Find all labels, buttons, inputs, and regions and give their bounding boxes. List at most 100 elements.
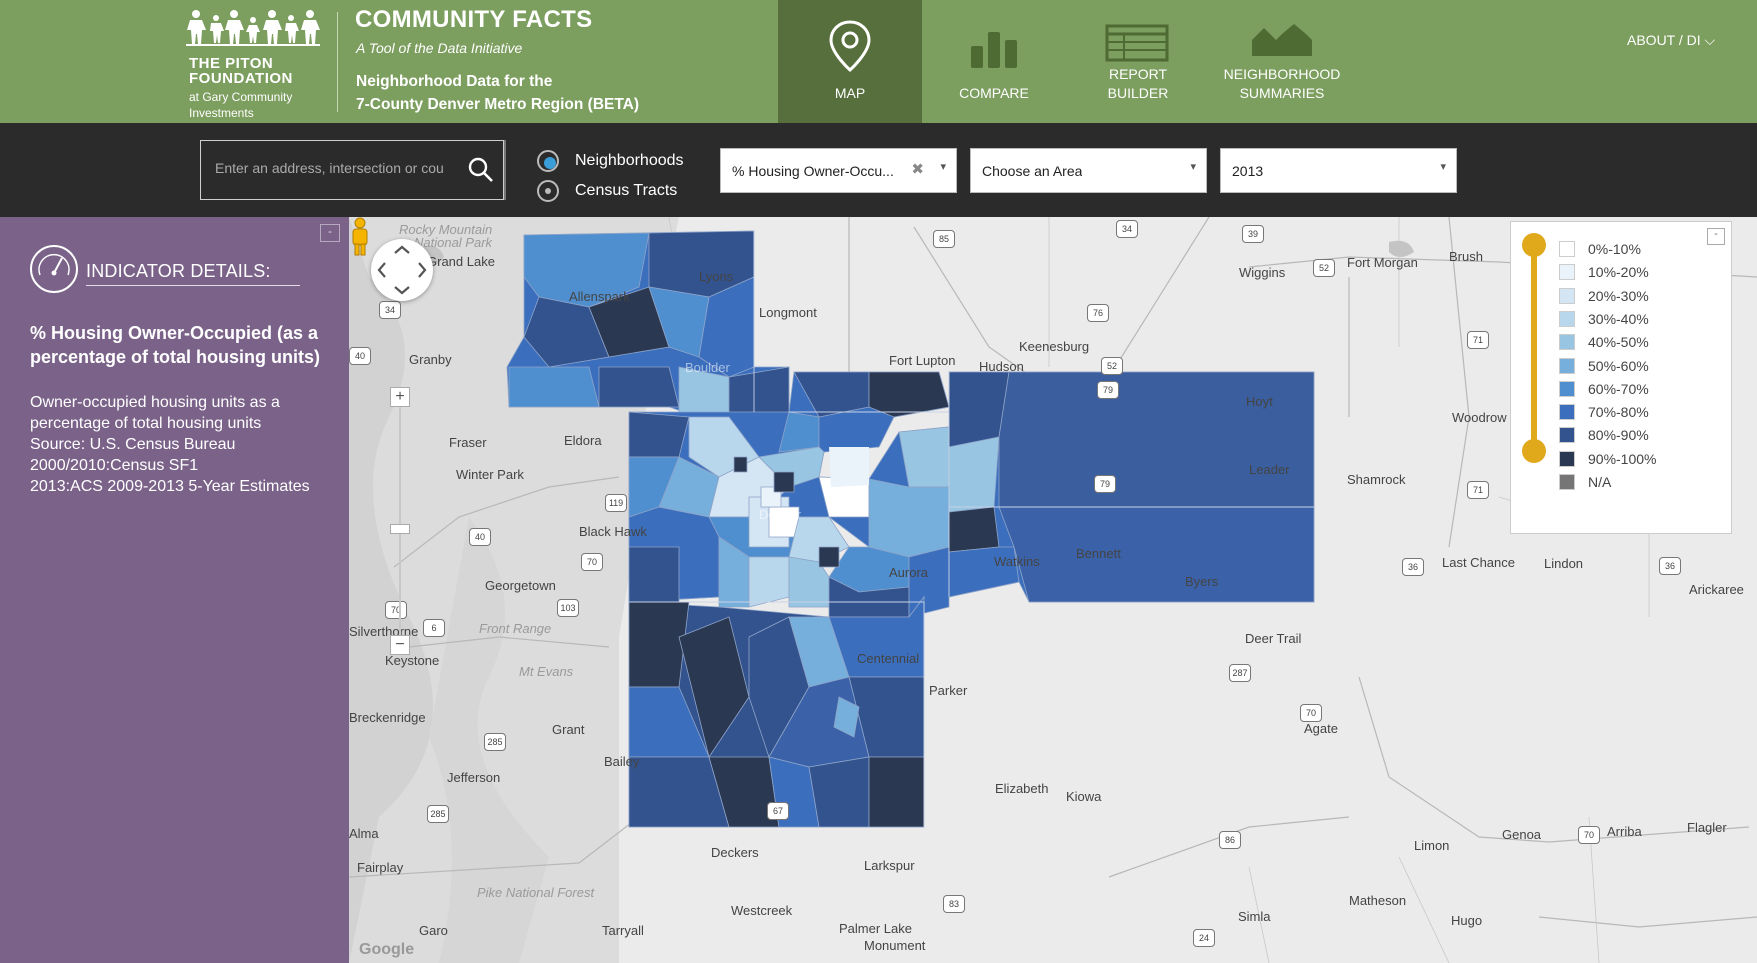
map-label: Garo bbox=[419, 923, 448, 938]
area-select[interactable]: Choose an Area ▾ bbox=[970, 148, 1207, 193]
map-label: Matheson bbox=[1349, 893, 1407, 908]
zoom-slider-track[interactable] bbox=[399, 407, 401, 635]
route-shield: 36 bbox=[1402, 558, 1424, 576]
route-shield: 70 bbox=[581, 553, 603, 571]
map-label: Front Range bbox=[479, 621, 552, 636]
route-shield: 36 bbox=[1659, 557, 1681, 575]
nav-report-builder[interactable]: REPORT BUILDER bbox=[1066, 0, 1210, 123]
nav-compare-label: COMPARE bbox=[959, 85, 1029, 101]
legend-label: 30%-40% bbox=[1588, 310, 1649, 327]
map-label: Genoa bbox=[1502, 827, 1542, 842]
route-shield: 70 bbox=[385, 601, 407, 619]
indicator-select[interactable]: % Housing Owner-Occu... ✖ ▾ bbox=[720, 148, 957, 193]
sidebar-collapse-button[interactable]: - bbox=[320, 224, 340, 242]
map-label: Bennett bbox=[1076, 546, 1121, 561]
caret-down-icon: ▾ bbox=[940, 161, 946, 173]
map-label: Fraser bbox=[449, 435, 487, 450]
legend-label: 90%-100% bbox=[1588, 450, 1657, 467]
legend-swatch bbox=[1559, 404, 1575, 421]
route-shield: 40 bbox=[469, 528, 491, 546]
app-title[interactable]: COMMUNITY FACTS bbox=[355, 6, 592, 34]
radio-census-tracts-label: Census Tracts bbox=[575, 182, 678, 199]
map-label: Allenspark bbox=[569, 289, 630, 304]
map-label: Breckenridge bbox=[349, 710, 426, 725]
route-shield: 76 bbox=[1087, 304, 1109, 322]
map-label: Deer Trail bbox=[1245, 631, 1302, 646]
street-view-pegman-icon[interactable] bbox=[349, 217, 371, 257]
search-toolbar: Neighborhoods Census Tracts % Housing Ow… bbox=[0, 123, 1757, 217]
map-label: Grant bbox=[552, 722, 585, 737]
route-shield: 83 bbox=[943, 895, 965, 913]
nav-map[interactable]: MAP bbox=[778, 0, 922, 123]
legend-range-handle-bottom[interactable] bbox=[1522, 439, 1546, 463]
toolbar-divider bbox=[504, 140, 506, 200]
legend-swatch bbox=[1559, 357, 1575, 374]
chevron-down-icon: ⌵ bbox=[1704, 32, 1716, 48]
map-label: Eldora bbox=[564, 433, 602, 448]
map-label: Leader bbox=[1249, 462, 1290, 477]
search-input[interactable] bbox=[213, 159, 457, 177]
legend-swatch bbox=[1559, 334, 1575, 351]
indicator-source-census: 2000/2010:Census SF1 bbox=[30, 457, 199, 474]
app-subtitle: Neighborhood Data for the 7-County Denve… bbox=[356, 70, 639, 116]
map-label: Granby bbox=[409, 352, 452, 367]
pan-arrows-icon bbox=[377, 245, 427, 295]
route-shield: 67 bbox=[767, 802, 789, 820]
header-divider bbox=[337, 12, 338, 112]
about-menu[interactable]: ABOUT / DI ⌵ bbox=[1627, 32, 1715, 49]
map-label: Last Chance bbox=[1442, 555, 1515, 570]
heading-underline bbox=[86, 285, 300, 286]
legend-range-handle-top[interactable] bbox=[1522, 233, 1546, 257]
clear-icon[interactable]: ✖ bbox=[911, 160, 924, 178]
map-label: Watkins bbox=[994, 554, 1040, 569]
map-legend: - 0%-10% 10%-20% 20%-30% 30%-40% 40%-50% 50%-… bbox=[1510, 221, 1732, 534]
legend-swatch bbox=[1559, 310, 1575, 327]
indicator-description-text: Owner-occupied housing units as a percen… bbox=[30, 394, 280, 432]
route-shield: 34 bbox=[1116, 220, 1138, 238]
radio-circle bbox=[537, 150, 559, 172]
legend-swatch bbox=[1559, 287, 1575, 304]
zoom-slider-handle[interactable] bbox=[390, 524, 410, 534]
map-label: Pike National Forest bbox=[477, 885, 595, 900]
year-select[interactable]: 2013 ▾ bbox=[1220, 148, 1457, 193]
map-label: Elizabeth bbox=[995, 781, 1049, 796]
map-pin-icon bbox=[829, 20, 871, 72]
piton-foundation-logo[interactable]: THE PITON FOUNDATION at Gary Community I… bbox=[186, 8, 326, 120]
route-shield: 70 bbox=[1578, 826, 1600, 844]
nav-compare[interactable]: COMPARE bbox=[922, 0, 1066, 123]
caret-down-icon: ▾ bbox=[1190, 161, 1196, 173]
pan-control[interactable] bbox=[371, 239, 433, 301]
map-label: Georgetown bbox=[485, 578, 556, 593]
map-label: Hoyt bbox=[1246, 394, 1273, 409]
about-menu-label: ABOUT / DI bbox=[1627, 32, 1701, 48]
legend-range-track[interactable] bbox=[1531, 244, 1537, 454]
legend-swatch bbox=[1559, 450, 1575, 467]
map-label: Grand Lake bbox=[427, 254, 495, 269]
map-label: Agate bbox=[1304, 721, 1338, 736]
route-shield: 103 bbox=[557, 599, 579, 617]
map-label: Deckers bbox=[711, 845, 759, 860]
zoom-in-button[interactable]: + bbox=[390, 387, 410, 407]
nav-neighborhood-summaries[interactable]: NEIGHBORHOOD SUMMARIES bbox=[1210, 0, 1354, 123]
map-label: Larkspur bbox=[864, 858, 915, 873]
map-label: Jefferson bbox=[447, 770, 501, 785]
radio-selected-dot bbox=[544, 157, 556, 169]
search-icon[interactable] bbox=[466, 155, 496, 185]
legend-collapse-button[interactable]: - bbox=[1707, 228, 1725, 245]
map-label: Flagler bbox=[1687, 820, 1727, 835]
route-shield: 79 bbox=[1094, 475, 1116, 493]
logo-text-line1: THE PITON bbox=[189, 55, 274, 72]
zoom-out-button[interactable]: − bbox=[390, 635, 410, 655]
route-shield: 86 bbox=[1219, 831, 1241, 849]
legend-label: 70%-80% bbox=[1588, 404, 1649, 421]
route-shield: 70 bbox=[1300, 704, 1322, 722]
map-label: Arriba bbox=[1607, 824, 1642, 839]
map-canvas[interactable]: Rocky Mountain National Park Grand Lake … bbox=[349, 217, 1757, 963]
route-shield: 71 bbox=[1467, 481, 1489, 499]
nav-report-label: REPORT BUILDER bbox=[1066, 65, 1210, 103]
map-label: Fairplay bbox=[357, 860, 404, 875]
nav-summaries-label-line2: SUMMARIES bbox=[1239, 85, 1325, 101]
logo-text-line4: Investments bbox=[189, 106, 254, 120]
legend-label: N/A bbox=[1588, 474, 1612, 490]
map-label: Longmont bbox=[759, 305, 817, 320]
